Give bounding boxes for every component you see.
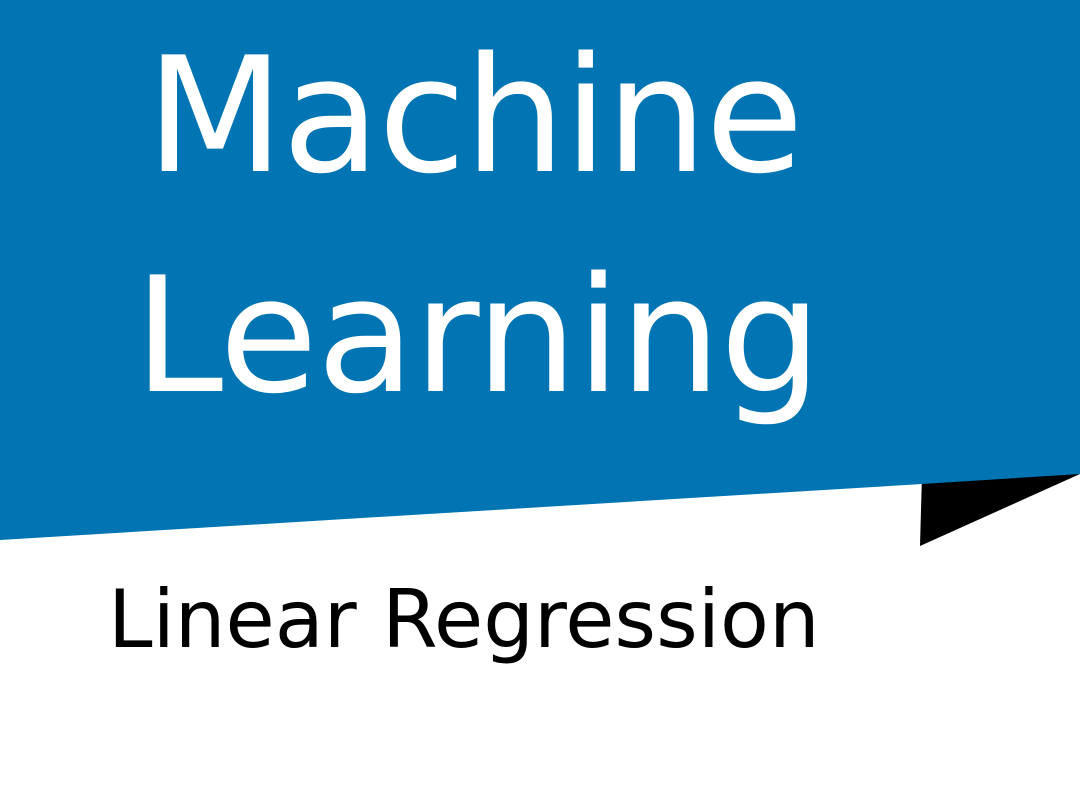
banner-fold [920,474,1080,546]
title-line-learning: Learning [134,242,822,429]
title-line-machine: Machine [146,22,804,209]
subtitle: Linear Regression [108,573,820,666]
